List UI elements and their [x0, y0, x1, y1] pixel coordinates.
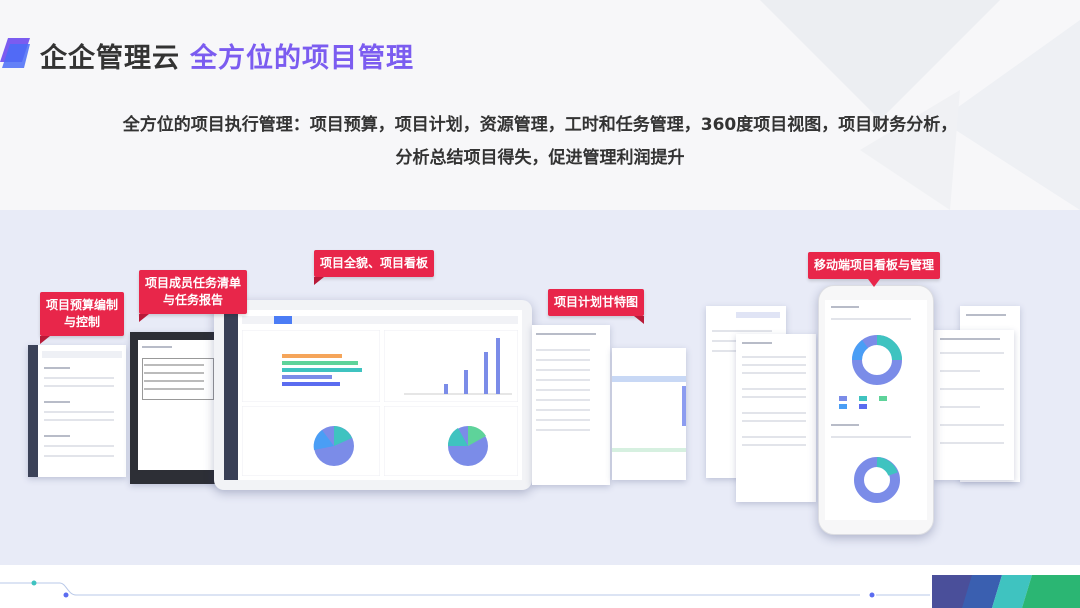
description-line-1: 全方位的项目执行管理：项目预算，项目计划，资源管理，工时和任务管理，360度项目…: [122, 115, 958, 135]
footer-decoration: [0, 565, 1080, 608]
callout-mobile-text: 移动端项目看板与管理: [814, 258, 935, 272]
callout-budget: 项目预算编制 与控制: [40, 292, 125, 344]
footer-line-graphic: [0, 580, 930, 598]
title-accent: 全方位的项目管理: [190, 43, 414, 74]
member-task-screenshot: [130, 332, 226, 484]
callout-overview: 项目全貌、项目看板: [314, 250, 435, 285]
brand-logo-icon: [0, 38, 30, 68]
budget-screenshot: [28, 345, 126, 477]
description-line-2: 分析总结项目得失，促进管理利润提升: [395, 148, 685, 168]
gantt-chart-screenshot: [612, 348, 686, 480]
mobile-phone: [818, 285, 934, 535]
overview-pie-panel-1: [242, 406, 380, 476]
overview-pie-panel-2: [384, 406, 518, 476]
title-main: 企企管理云: [40, 43, 180, 74]
mobile-screen-right-front: [934, 330, 1014, 480]
page-title: 企企管理云 全方位的项目管理: [40, 36, 414, 75]
corner-stripes-icon: [932, 575, 1080, 608]
callout-gantt-text: 项目计划甘特图: [554, 295, 639, 309]
overview-bar-panel: [242, 330, 380, 402]
callout-members-line1: 项目成员任务清单: [145, 276, 242, 290]
decorative-triangles: [760, 0, 1080, 210]
callout-mobile: 移动端项目看板与管理: [808, 252, 941, 287]
callout-budget-line2: 与控制: [64, 315, 101, 329]
gantt-screenshot: [532, 325, 610, 485]
callout-members: 项目成员任务清单 与任务报告: [139, 270, 248, 322]
callout-budget-line1: 项目预算编制: [46, 298, 119, 312]
header-section: 企企管理云 全方位的项目管理 全方位的项目执行管理：项目预算，项目计划，资源管理，…: [0, 0, 1080, 210]
callout-gantt: 项目计划甘特图: [548, 289, 645, 324]
mobile-screen-left-front: [736, 334, 816, 502]
phone-donut-chart-1: [852, 335, 902, 385]
callout-overview-text: 项目全貌、项目看板: [320, 256, 429, 270]
overview-column-panel: [384, 330, 518, 402]
callout-members-line2: 与任务报告: [163, 293, 224, 307]
phone-donut-chart-2: [854, 457, 900, 503]
overview-tablet: [214, 300, 532, 490]
